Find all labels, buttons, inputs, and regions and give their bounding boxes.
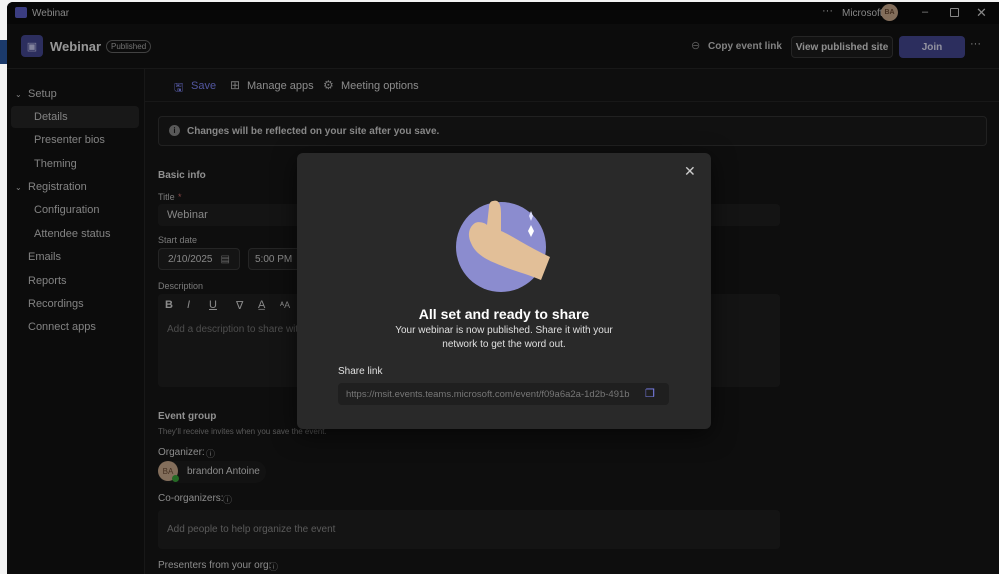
close-icon[interactable]: ✕ (684, 163, 696, 180)
dialog-title: All set and ready to share (418, 306, 590, 322)
copy-icon[interactable]: ❐ (645, 387, 655, 400)
share-link-field[interactable]: https://msit.events.teams.microsoft.com/… (338, 383, 669, 405)
dialog-body: network to get the word out. (442, 339, 566, 350)
publish-success-dialog: ✕ All set and ready to share Your webina… (297, 153, 711, 429)
thumbs-up-illustration (456, 200, 550, 292)
share-url: https://msit.events.teams.microsoft.com/… (346, 389, 630, 400)
teams-window: Webinar ··· Microsoft BA – ✕ ▣ Webinar P… (7, 2, 999, 574)
share-link-label: Share link (338, 366, 383, 377)
dialog-body: Your webinar is now published. Share it … (395, 325, 613, 336)
background-app-edge (0, 40, 7, 64)
